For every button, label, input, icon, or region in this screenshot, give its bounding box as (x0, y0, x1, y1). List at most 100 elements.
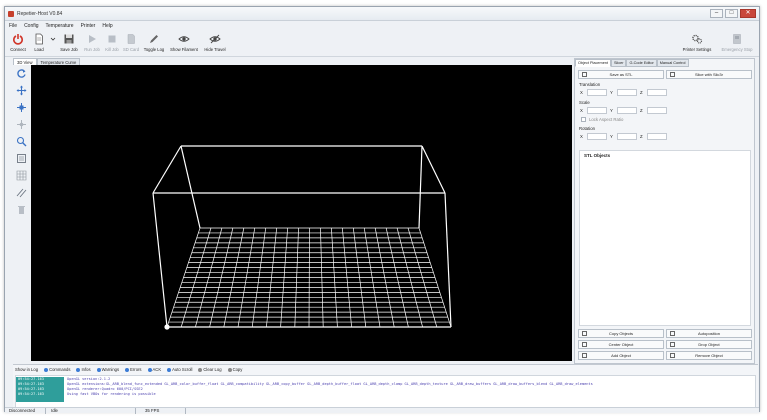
translation-z-field[interactable] (647, 89, 667, 96)
load-button[interactable]: Load (31, 33, 47, 55)
menu-printer[interactable]: Printer (81, 22, 96, 31)
copy-icon (582, 331, 587, 336)
reset-view-icon[interactable] (16, 153, 27, 164)
play-icon (89, 35, 96, 43)
connect-button[interactable]: Connect (8, 33, 28, 55)
autoposition-button[interactable]: Autoposition (666, 329, 752, 338)
toggle-log-button[interactable]: Toggle Log (142, 33, 166, 55)
grid-view-icon[interactable] (16, 170, 27, 181)
run-job-button[interactable]: Run Job (83, 33, 101, 55)
fps-readout: 35 FPS (145, 408, 160, 413)
tab-3d-view[interactable]: 3D View (13, 58, 37, 65)
rotation-z-field[interactable] (647, 133, 667, 140)
log-toolbar: Show in Log Commands Infos Warnings Erro… (13, 366, 242, 374)
lock-aspect-checkbox[interactable] (581, 117, 586, 122)
object-placement-panel: Object Placement Slicer G-Code Editor Ma… (574, 58, 755, 364)
show-filament-button[interactable]: Show Filament (169, 33, 199, 55)
hide-travel-button[interactable]: Hide Travel (202, 33, 228, 55)
zoom-icon[interactable] (16, 136, 27, 147)
title-bar: Repetier-Host V0.84 – □ ✕ (5, 7, 759, 21)
copy-log-button[interactable]: Copy (227, 366, 242, 374)
info-icon (76, 368, 81, 372)
scale-label: Scale (579, 100, 590, 105)
slice-with-slic3r-button[interactable]: Slice with Slic3r (666, 70, 752, 79)
scale-z-label: Z (640, 108, 643, 113)
rotation-z-label: Z (640, 134, 643, 139)
show-in-log-label: Show in Log (15, 367, 39, 372)
scale-z-field[interactable] (647, 107, 667, 114)
tab-gcode-editor[interactable]: G-Code Editor (626, 59, 657, 67)
power-icon (13, 34, 23, 45)
autoscroll-icon (167, 368, 172, 372)
print-bed-scene (152, 145, 452, 330)
eye-icon (178, 36, 190, 42)
scale-y-field[interactable] (617, 107, 637, 114)
rotate-icon[interactable] (16, 68, 27, 79)
log-panel: Show in Log Commands Infos Warnings Erro… (13, 364, 758, 408)
stl-objects-header: STL Objects (584, 153, 611, 158)
load-dropdown[interactable] (50, 33, 56, 55)
log-errors-toggle[interactable]: Errors (125, 366, 142, 374)
clear-log-button[interactable]: Clear Log (198, 366, 222, 374)
move-icon[interactable] (16, 85, 27, 96)
translation-y-field[interactable] (617, 89, 637, 96)
status-divider (135, 408, 136, 414)
copy-objects-button[interactable]: Copy Objects (578, 329, 664, 338)
add-icon (582, 353, 587, 358)
box-edge (421, 145, 446, 194)
parallel-lines-icon[interactable] (16, 187, 27, 198)
drop-object-button[interactable]: Drop Object (666, 340, 752, 349)
log-infos-toggle[interactable]: Infos (76, 366, 91, 374)
tab-slicer[interactable]: Slicer (610, 59, 627, 67)
commands-icon (44, 368, 49, 372)
rotation-x-label: X (580, 134, 583, 139)
move-camera-icon[interactable] (16, 119, 27, 130)
app-window: Repetier-Host V0.84 – □ ✕ File Config Te… (4, 6, 760, 414)
menu-file[interactable]: File (9, 22, 17, 31)
emergency-stop-button[interactable]: Emergency Stop (717, 33, 757, 55)
log-ack-toggle[interactable]: ACK (147, 366, 161, 374)
log-output[interactable]: 09:54:27.163 OpenGL version:2.1.2 09:54:2… (15, 375, 756, 408)
rotation-y-field[interactable] (617, 133, 637, 140)
menu-help[interactable]: Help (102, 22, 112, 31)
3d-viewport[interactable] (31, 65, 572, 361)
log-commands-toggle[interactable]: Commands (44, 366, 70, 374)
menu-temperature[interactable]: Temperature (46, 22, 74, 31)
log-warnings-toggle[interactable]: Warnings (96, 366, 119, 374)
move-object-icon[interactable] (16, 102, 27, 113)
translation-x-field[interactable] (587, 89, 607, 96)
connection-status: Disconnected (9, 408, 36, 413)
tab-manual-control[interactable]: Manual Control (656, 59, 689, 67)
clear-icon (198, 368, 203, 372)
translation-label: Translation (579, 82, 601, 87)
stop-icon (108, 35, 116, 43)
scale-x-field[interactable] (587, 107, 607, 114)
center-object-button[interactable]: Center Object (578, 340, 664, 349)
minimize-button[interactable]: – (710, 9, 723, 18)
save-as-stl-button[interactable]: Save as STL (578, 70, 664, 79)
printer-settings-button[interactable]: Printer Settings (680, 33, 714, 55)
gears-icon (692, 34, 703, 44)
scale-x-label: X (580, 108, 583, 113)
close-button[interactable]: ✕ (740, 9, 756, 18)
pencil-icon (150, 35, 158, 43)
kill-job-button[interactable]: Kill Job (104, 33, 120, 55)
stl-objects-list[interactable]: STL Objects (579, 150, 751, 326)
translation-x-label: X (580, 90, 583, 95)
trash-icon[interactable] (16, 204, 27, 215)
sd-card-icon (127, 34, 135, 44)
tab-temperature-curve[interactable]: Temperature Curve (36, 58, 81, 65)
tab-object-placement[interactable]: Object Placement (575, 59, 611, 67)
menu-config[interactable]: Config (24, 22, 38, 31)
rotation-x-field[interactable] (587, 133, 607, 140)
rotation-y-label: Y (610, 134, 613, 139)
add-object-button[interactable]: Add Object (578, 351, 664, 360)
sd-card-button[interactable]: SD Card (122, 33, 140, 55)
maximize-button[interactable]: □ (725, 9, 738, 18)
remove-object-button[interactable]: Remove Object (666, 351, 752, 360)
save-job-button[interactable]: Save Job (59, 33, 79, 55)
window-controls: – □ ✕ (710, 9, 756, 18)
log-autoscroll-toggle[interactable]: Auto Scroll (167, 366, 192, 374)
log-row-empty (16, 397, 757, 402)
main-toolbar: Connect Load Save Job Run Job Kill Job S… (5, 31, 759, 57)
